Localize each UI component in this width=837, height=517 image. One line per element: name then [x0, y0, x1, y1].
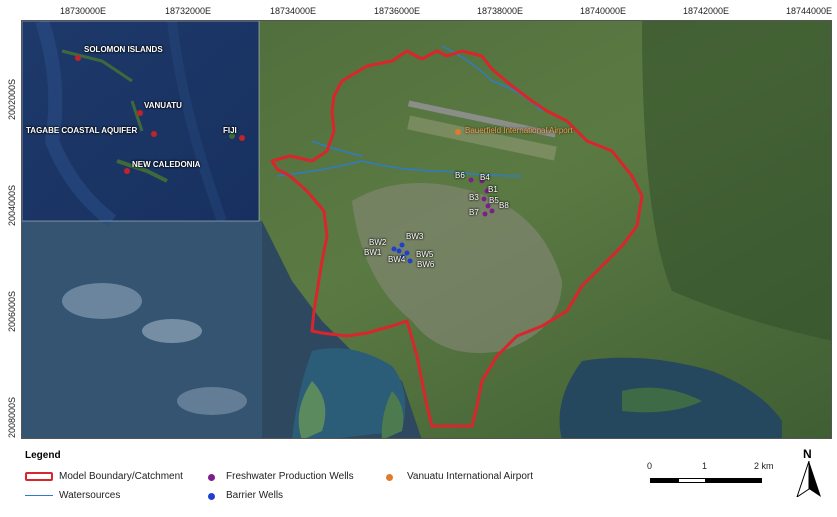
x-tick-label: 18738000E — [477, 6, 524, 16]
inset-marker — [151, 131, 157, 137]
freshwater-well-label: B8 — [499, 201, 509, 210]
y-tick-label: 2002000S — [7, 78, 17, 120]
airport-swatch — [386, 474, 393, 481]
boundary-swatch — [25, 472, 53, 481]
inset-marker — [75, 55, 81, 61]
inset-label: VANUATU — [144, 101, 182, 110]
barrier-well-label: BW4 — [388, 255, 406, 264]
freshwater-well — [482, 211, 488, 217]
airport-label: Bauerfield International Airport — [465, 126, 573, 135]
map-canvas: SOLOMON ISLANDS VANUATU TAGABE COASTAL A… — [21, 20, 832, 439]
scale-segment — [706, 478, 762, 483]
x-tick-label: 18736000E — [374, 6, 421, 16]
x-tick-label: 18734000E — [270, 6, 317, 16]
barrier-well-label: BW6 — [417, 260, 435, 269]
watersources-swatch — [25, 495, 53, 496]
barrier-well — [391, 246, 397, 252]
freshwater-well — [489, 208, 495, 214]
freshwater-well-label: B5 — [489, 196, 499, 205]
barrier-well-label: BW2 — [369, 238, 387, 247]
x-tick-label: 18730000E — [60, 6, 107, 16]
barrier-well — [396, 248, 402, 254]
y-tick-label: 2004000S — [7, 184, 17, 226]
x-tick-label: 18744000E — [786, 6, 833, 16]
freshwater-well-label: B3 — [469, 193, 479, 202]
barrier-well-label: BW3 — [406, 232, 424, 241]
inset-label: TAGABE COASTAL AQUIFER — [26, 126, 138, 135]
x-tick-label: 18742000E — [683, 6, 730, 16]
freshwater-well-label: B7 — [469, 208, 479, 217]
barrier-well — [407, 258, 413, 264]
legend-item-freshwater: Freshwater Production Wells — [226, 471, 354, 482]
x-tick-label: 18740000E — [580, 6, 627, 16]
barrier-swatch — [208, 493, 215, 500]
airport-marker — [455, 129, 461, 135]
legend-item-barrier: Barrier Wells — [226, 490, 284, 501]
x-tick-label: 18732000E — [165, 6, 212, 16]
y-tick-label: 2006000S — [7, 290, 17, 332]
legend-item-watersources: Watersources — [59, 490, 121, 501]
map-graphic — [22, 21, 831, 438]
map-figure: 18730000E 18732000E 18734000E 18736000E … — [0, 0, 837, 517]
barrier-well-label: BW5 — [416, 250, 434, 259]
y-tick-label: 2008000S — [7, 396, 17, 438]
legend-title: Legend — [25, 450, 61, 461]
north-arrow: N — [795, 447, 823, 497]
inset-marker — [124, 168, 130, 174]
scale-label: 0 — [647, 461, 653, 471]
inset-label: SOLOMON ISLANDS — [84, 45, 163, 54]
freshwater-well-label: B6 — [455, 171, 465, 180]
legend-item-boundary: Model Boundary/Catchment — [59, 471, 183, 482]
legend: Legend Model Boundary/Catchment Watersou… — [21, 441, 832, 513]
barrier-well-label: BW1 — [364, 248, 382, 257]
freshwater-well — [481, 196, 487, 202]
freshwater-well-label: B1 — [488, 185, 498, 194]
north-label: N — [803, 447, 812, 461]
scale-segment — [650, 478, 678, 483]
inset-marker — [239, 135, 245, 141]
barrier-well — [399, 242, 405, 248]
freshwater-well-label: B4 — [480, 173, 490, 182]
inset-marker — [137, 110, 143, 116]
scale-label: 2 km — [754, 461, 774, 471]
legend-item-airport: Vanuatu International Airport — [407, 471, 534, 482]
inset-label: NEW CALEDONIA — [132, 160, 201, 169]
freshwater-swatch — [208, 474, 215, 481]
north-arrow-icon — [796, 461, 821, 497]
scale-label: 1 — [702, 461, 708, 471]
freshwater-well — [468, 177, 474, 183]
inset-label: FIJI — [223, 126, 237, 135]
scale-segment — [678, 478, 706, 483]
